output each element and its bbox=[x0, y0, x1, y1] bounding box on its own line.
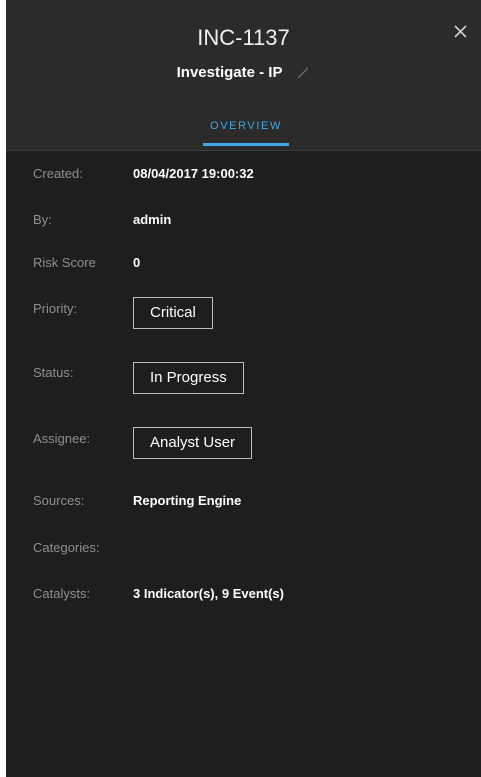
incident-detail-panel: INC-1137 Investigate - IP OVERVIEW Creat… bbox=[6, 0, 481, 777]
assignee-button[interactable]: Analyst User bbox=[133, 427, 253, 459]
by-label: By: bbox=[33, 212, 52, 227]
active-tab-indicator bbox=[203, 143, 289, 146]
categories-label: Categories: bbox=[33, 540, 100, 555]
priority-button[interactable]: Critical bbox=[133, 297, 213, 329]
by-value: admin bbox=[133, 212, 172, 227]
close-icon[interactable] bbox=[451, 22, 471, 42]
risk-score-label: Risk Score bbox=[33, 255, 96, 270]
sources-label: Sources: bbox=[33, 493, 85, 508]
panel-header: INC-1137 Investigate - IP OVERVIEW bbox=[6, 0, 481, 151]
incident-title: Investigate - IP bbox=[176, 64, 283, 81]
catalysts-value: 3 Indicator(s), 9 Event(s) bbox=[133, 586, 284, 601]
incident-title-row: Investigate - IP bbox=[6, 64, 481, 81]
created-label: Created: bbox=[33, 166, 83, 181]
status-button[interactable]: In Progress bbox=[133, 362, 244, 394]
pencil-icon[interactable] bbox=[296, 66, 310, 80]
status-label: Status: bbox=[33, 365, 74, 380]
created-value: 08/04/2017 19:00:32 bbox=[133, 166, 254, 181]
assignee-label: Assignee: bbox=[33, 431, 91, 446]
priority-label: Priority: bbox=[33, 301, 78, 316]
sources-value: Reporting Engine bbox=[133, 493, 242, 508]
risk-score-value: 0 bbox=[133, 255, 141, 270]
incident-id: INC-1137 bbox=[197, 25, 290, 50]
catalysts-label: Catalysts: bbox=[33, 586, 91, 601]
